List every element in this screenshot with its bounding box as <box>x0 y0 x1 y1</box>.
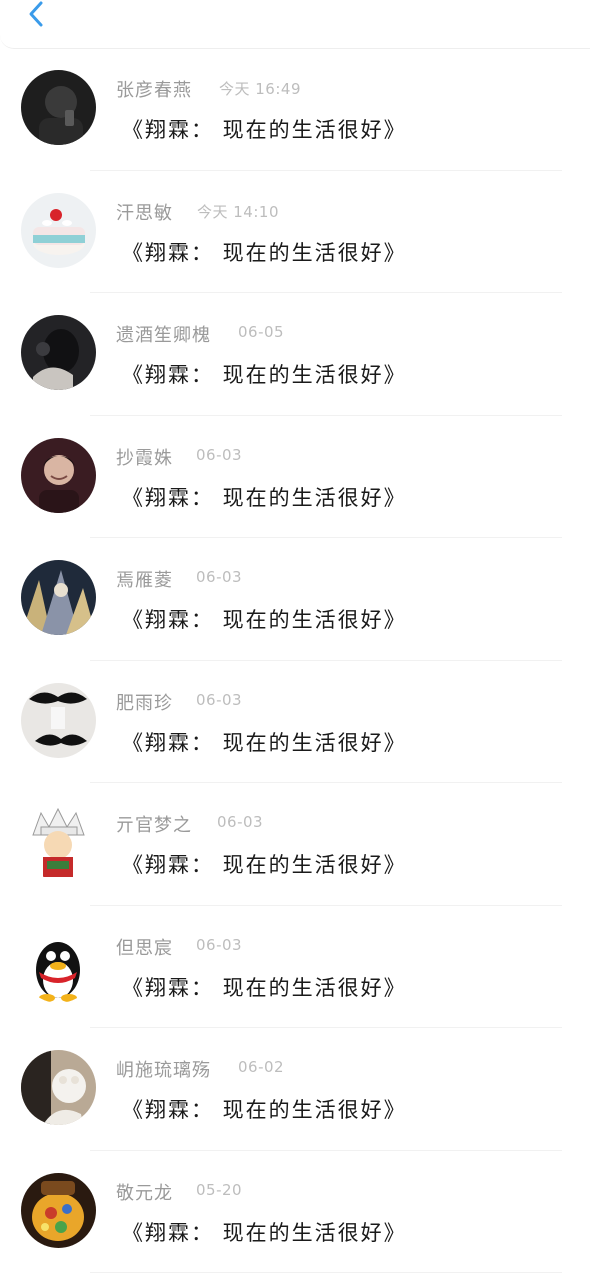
avatar[interactable] <box>21 192 96 268</box>
message-time: 06-05 <box>238 323 285 341</box>
contact-name: 遗酒笙卿槐 <box>116 325 211 346</box>
contact-name: 抄霞姝 <box>116 447 173 469</box>
top-bar <box>0 0 590 49</box>
avatar[interactable] <box>21 805 96 880</box>
message-time: 06-03 <box>196 445 243 464</box>
divider <box>90 1272 562 1273</box>
conversation-row[interactable]: 焉雁菱 06-03 《翔霖： 现在的生活很好》 <box>0 538 590 661</box>
avatar[interactable] <box>21 927 96 1003</box>
contact-name: 汗思敏 <box>116 202 173 224</box>
conversation-row[interactable]: 遗酒笙卿槐 06-05 《翔霖： 现在的生活很好》 <box>0 293 590 416</box>
conversation-row[interactable]: 抄霞姝 06-03 《翔霖： 现在的生活很好》 <box>0 416 590 538</box>
avatar[interactable] <box>21 437 96 513</box>
message-preview: 《翔霖： 现在的生活很好》 <box>122 975 407 1000</box>
message-preview: 《翔霖： 现在的生活很好》 <box>122 1098 407 1122</box>
message-time: 05-20 <box>196 1180 243 1199</box>
contact-name: 肥雨珍 <box>116 692 173 714</box>
contact-name: 焉雁菱 <box>116 570 173 591</box>
chevron-left-icon <box>29 1 43 27</box>
message-preview: 《翔霖： 现在的生活很好》 <box>122 1220 407 1245</box>
avatar[interactable] <box>21 315 96 390</box>
back-button[interactable] <box>22 0 50 30</box>
contact-name: 但思宸 <box>116 937 173 959</box>
avatar[interactable] <box>21 560 96 635</box>
message-time: 今天 16:49 <box>219 80 301 98</box>
contact-name: 亓官梦之 <box>116 815 192 836</box>
conversation-row[interactable]: 岄施琉璃殇 06-02 《翔霖： 现在的生活很好》 <box>0 1028 590 1151</box>
avatar[interactable] <box>21 682 96 758</box>
message-preview: 《翔霖： 现在的生活很好》 <box>122 608 407 632</box>
message-time: 06-03 <box>217 813 264 831</box>
message-preview: 《翔霖： 现在的生活很好》 <box>122 240 407 265</box>
message-preview: 《翔霖： 现在的生活很好》 <box>122 363 407 387</box>
message-preview: 《翔霖： 现在的生活很好》 <box>122 118 407 142</box>
message-preview: 《翔霖： 现在的生活很好》 <box>122 730 407 755</box>
conversation-row[interactable]: 肥雨珍 06-03 《翔霖： 现在的生活很好》 <box>0 661 590 783</box>
avatar[interactable] <box>21 1050 96 1125</box>
message-time: 06-03 <box>196 690 243 709</box>
message-preview: 《翔霖： 现在的生活很好》 <box>122 485 407 510</box>
message-time: 06-03 <box>196 935 243 954</box>
avatar[interactable] <box>21 70 96 145</box>
message-time: 06-03 <box>196 568 243 586</box>
contact-name: 敬元龙 <box>116 1182 173 1204</box>
conversation-row[interactable]: 亓官梦之 06-03 《翔霖： 现在的生活很好》 <box>0 783 590 906</box>
conversation-row[interactable]: 但思宸 06-03 《翔霖： 现在的生活很好》 <box>0 906 590 1028</box>
conversation-list: 张彦春燕 今天 16:49 《翔霖： 现在的生活很好》 汗思敏 今天 14:10… <box>0 48 590 1273</box>
contact-name: 张彦春燕 <box>116 80 192 101</box>
conversation-row[interactable]: 汗思敏 今天 14:10 《翔霖： 现在的生活很好》 <box>0 171 590 293</box>
contact-name: 岄施琉璃殇 <box>116 1060 211 1081</box>
conversation-row[interactable]: 敬元龙 05-20 《翔霖： 现在的生活很好》 <box>0 1151 590 1273</box>
message-preview: 《翔霖： 现在的生活很好》 <box>122 853 407 877</box>
conversation-row[interactable]: 张彦春燕 今天 16:49 《翔霖： 现在的生活很好》 <box>0 48 590 171</box>
message-time: 今天 14:10 <box>197 202 279 221</box>
message-time: 06-02 <box>238 1058 285 1076</box>
avatar[interactable] <box>21 1172 96 1248</box>
